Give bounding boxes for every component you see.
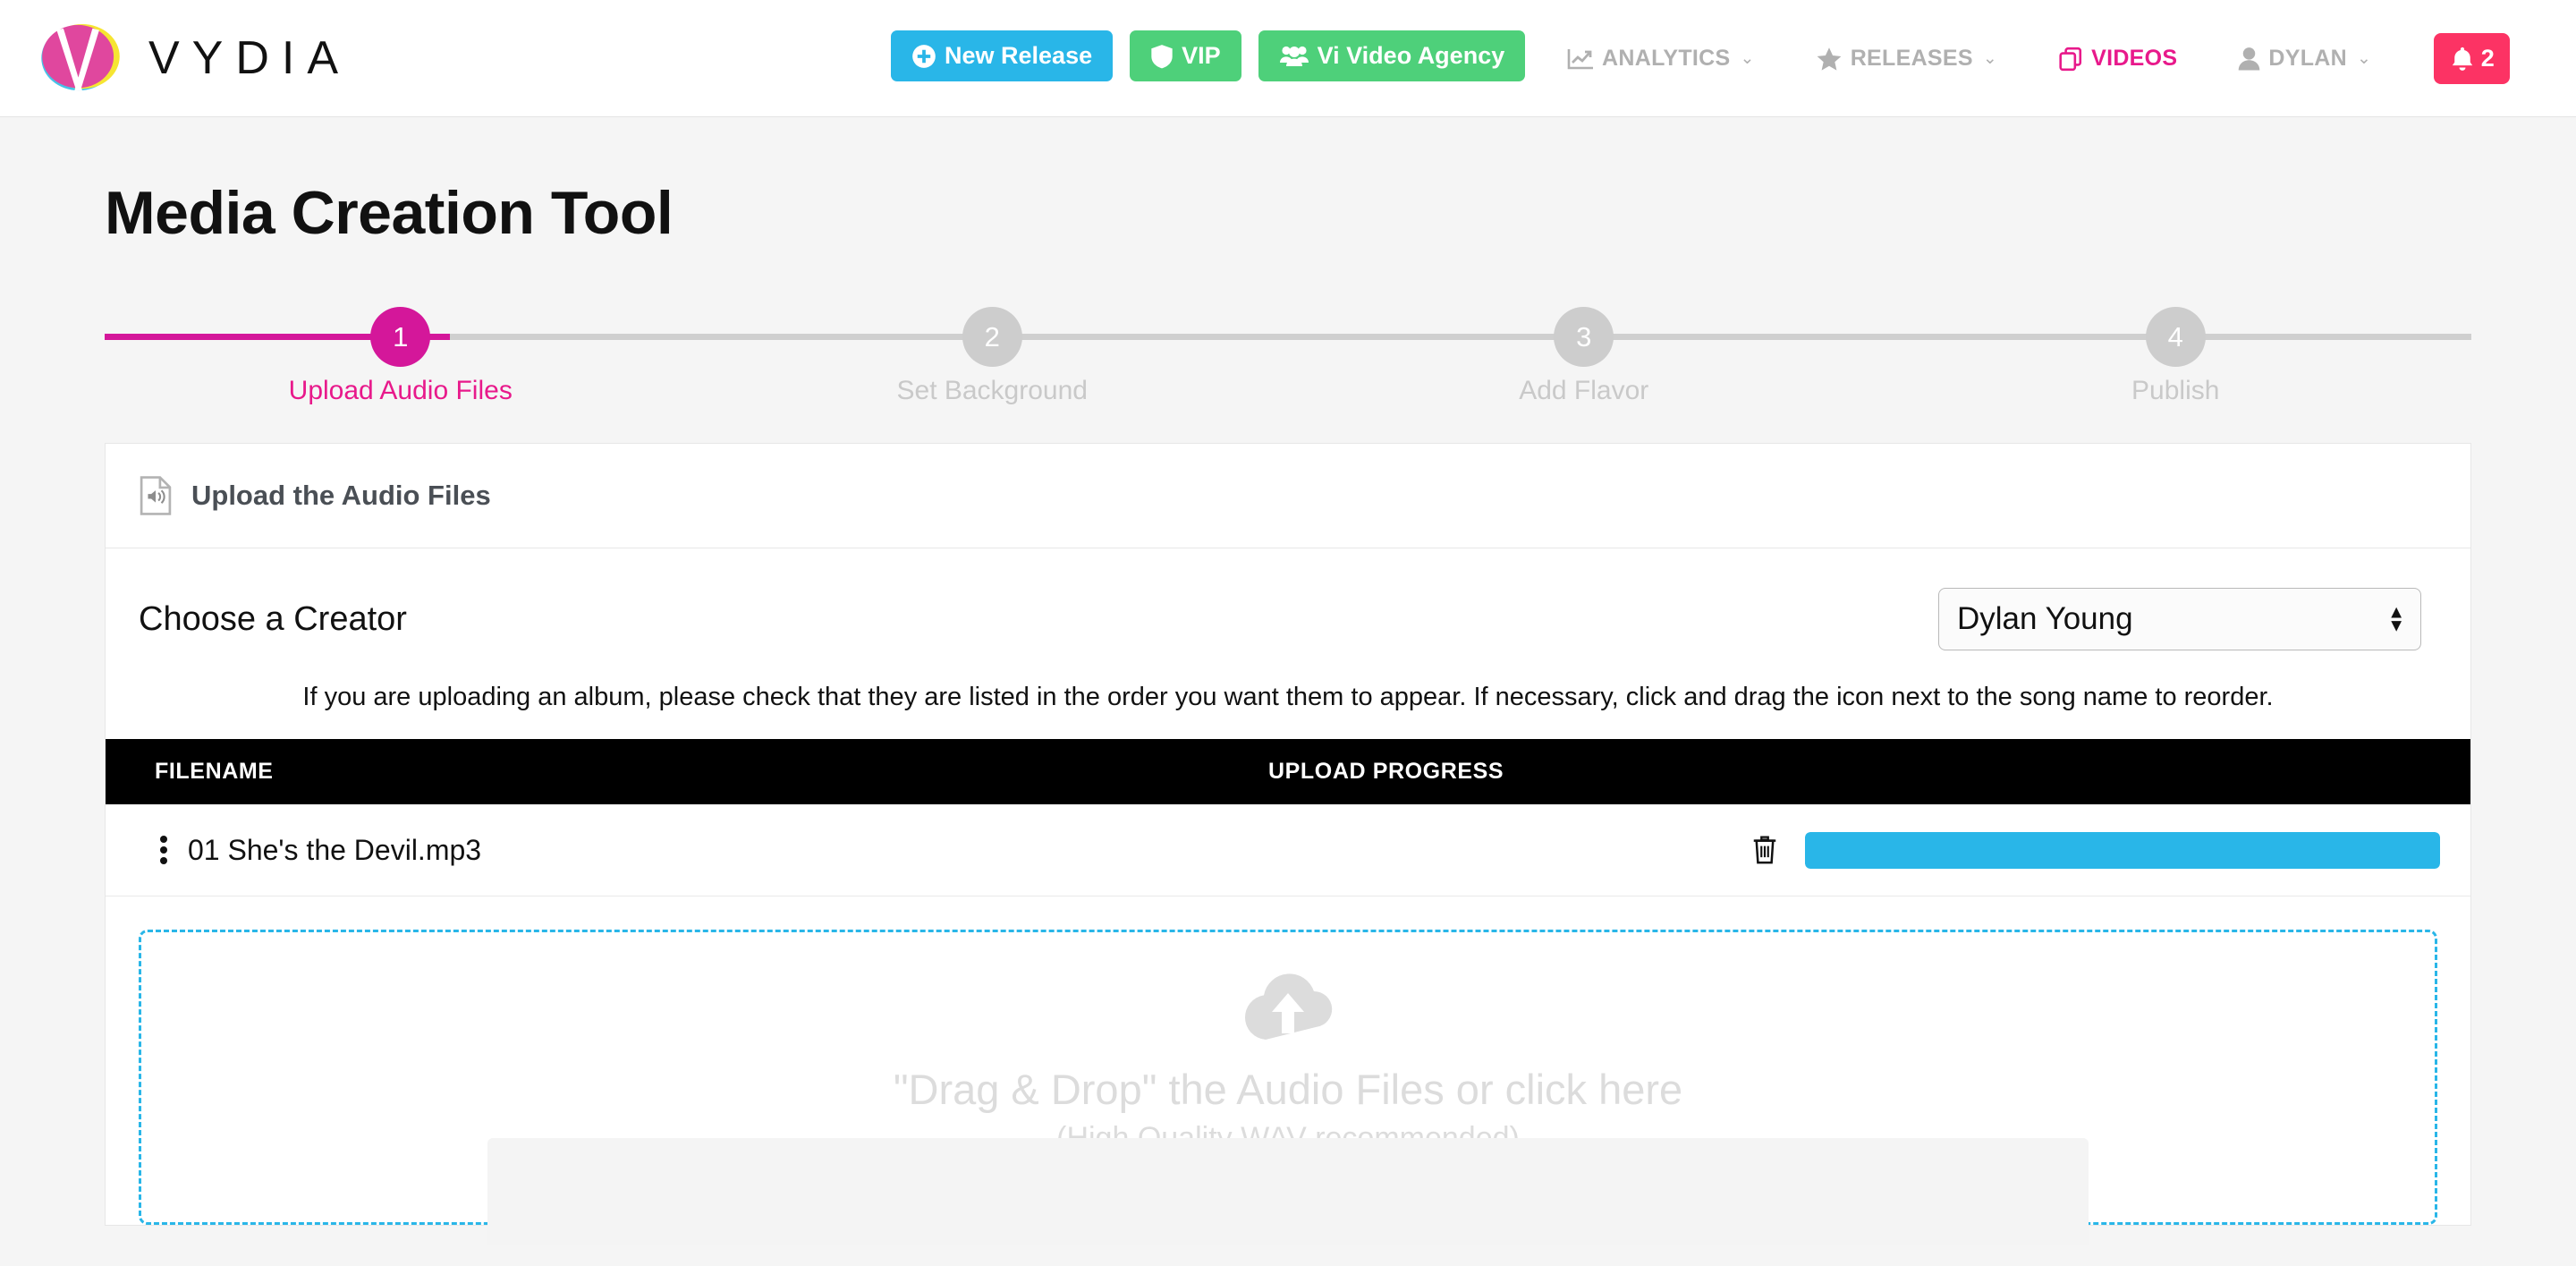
- upload-card: Upload the Audio Files Choose a Creator …: [105, 443, 2471, 1245]
- vi-video-agency-button[interactable]: Vi Video Agency: [1258, 30, 1526, 81]
- upload-card-title: Upload the Audio Files: [191, 480, 491, 511]
- vip-label: VIP: [1182, 42, 1221, 69]
- chart-line-icon: [1567, 48, 1593, 69]
- dropzone-ghost-panel: [487, 1138, 2089, 1245]
- step-label: Set Background: [896, 376, 1088, 405]
- user-icon: [2239, 47, 2260, 71]
- upload-progress-fill: [1805, 831, 2440, 869]
- dropzone-primary-text: "Drag & Drop" the Audio Files or click h…: [893, 1066, 1683, 1113]
- creator-row: Choose a Creator Dylan Young ▲ ▼: [106, 548, 2470, 683]
- new-release-label: New Release: [945, 42, 1093, 69]
- nav-action-buttons: New Release VIP Vi Video Agency: [891, 30, 1526, 81]
- chevron-down-icon: ⌄: [1982, 49, 1998, 68]
- copy-files-icon: [2059, 47, 2082, 71]
- star-icon: [1817, 47, 1842, 71]
- column-header-filename: FILENAME: [155, 759, 274, 784]
- page-title: Media Creation Tool: [105, 179, 674, 247]
- nav-link-analytics[interactable]: ANALYTICS ⌄: [1537, 46, 1785, 72]
- new-release-button[interactable]: New Release: [891, 30, 1114, 81]
- step-number: 2: [962, 307, 1022, 367]
- nav-link-videos-label: VIDEOS: [2091, 46, 2178, 71]
- upload-progress-bar: [1805, 831, 2440, 869]
- plus-circle-icon: [912, 44, 936, 68]
- page-body: Media Creation Tool 1 Upload Audio Files…: [0, 117, 2576, 1245]
- shield-icon: [1151, 44, 1173, 68]
- file-dropzone[interactable]: "Drag & Drop" the Audio Files or click h…: [139, 930, 2437, 1245]
- nav-link-dylan[interactable]: DYLAN ⌄: [2207, 46, 2402, 72]
- delete-file-button[interactable]: [1751, 835, 1778, 865]
- vi-video-agency-label: Vi Video Agency: [1317, 42, 1505, 69]
- step-add-flavor[interactable]: 3 Add Flavor: [1288, 307, 1880, 406]
- progress-stepper: 1 Upload Audio Files 2 Set Background 3 …: [105, 307, 2471, 405]
- table-row: 01 She's the Devil.mp3: [106, 804, 2470, 896]
- step-number: 4: [2145, 307, 2206, 367]
- chevron-down-icon: ⌄: [2356, 49, 2372, 68]
- brand-name: VYDIA: [148, 32, 352, 84]
- step-number: 3: [1554, 307, 1614, 367]
- chevron-down-icon: ⌄: [1740, 49, 1755, 68]
- brand-logo-link[interactable]: VYDIA: [38, 23, 351, 93]
- select-stepper-arrows-icon: ▲ ▼: [2387, 602, 2405, 636]
- step-number: 1: [370, 307, 431, 367]
- column-header-upload-progress: UPLOAD PROGRESS: [1268, 759, 1504, 784]
- nav-link-releases[interactable]: RELEASES ⌄: [1785, 46, 2028, 72]
- cloud-upload-icon: [1244, 973, 1333, 1040]
- step-publish[interactable]: 4 Publish: [1880, 307, 2472, 406]
- notifications-button[interactable]: 2: [2434, 33, 2511, 84]
- nav-link-videos[interactable]: VIDEOS: [2028, 46, 2207, 72]
- top-navigation-bar: VYDIA New Release VIP Vi Video Agency AN…: [0, 0, 2576, 117]
- choose-creator-label: Choose a Creator: [139, 599, 407, 638]
- step-label: Upload Audio Files: [288, 376, 513, 405]
- nav-links: ANALYTICS ⌄ RELEASES ⌄ VIDEOS DYLAN ⌄ 2: [1537, 0, 2511, 117]
- vydia-logo-icon: [41, 23, 120, 91]
- nav-link-dylan-label: DYLAN: [2268, 46, 2347, 71]
- file-name: 01 She's the Devil.mp3: [188, 833, 482, 866]
- step-label: Add Flavor: [1519, 376, 1649, 405]
- nav-link-analytics-label: ANALYTICS: [1602, 46, 1731, 71]
- dropzone-wrapper: "Drag & Drop" the Audio Files or click h…: [106, 896, 2470, 1245]
- bell-icon: [2452, 47, 2472, 71]
- notification-count: 2: [2480, 45, 2495, 72]
- step-label: Publish: [2131, 376, 2220, 405]
- step-set-background[interactable]: 2 Set Background: [697, 307, 1289, 406]
- vip-button[interactable]: VIP: [1130, 30, 1241, 81]
- step-upload-audio-files[interactable]: 1 Upload Audio Files: [105, 307, 697, 406]
- drag-handle-icon[interactable]: [155, 834, 173, 866]
- nav-link-releases-label: RELEASES: [1850, 46, 1973, 71]
- users-icon: [1279, 46, 1309, 66]
- creator-select-value: Dylan Young: [1957, 601, 2133, 636]
- upload-order-hint: If you are uploading an album, please ch…: [302, 683, 2274, 711]
- upload-card-header: Upload the Audio Files: [106, 444, 2470, 548]
- creator-select[interactable]: Dylan Young ▲ ▼: [1938, 588, 2421, 650]
- file-table-header: FILENAME UPLOAD PROGRESS: [106, 739, 2470, 804]
- trash-icon: [1753, 836, 1776, 864]
- audio-file-icon: [140, 476, 172, 515]
